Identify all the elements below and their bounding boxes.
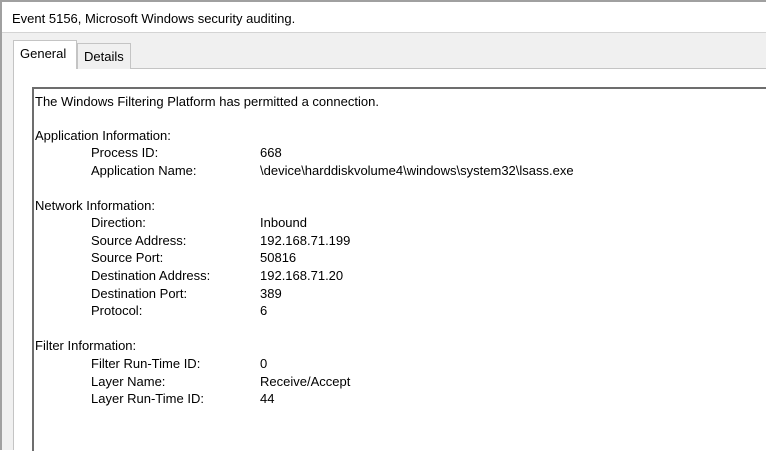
layer-name-value: Receive/Accept bbox=[260, 374, 351, 389]
source-port-label: Source Port: bbox=[91, 250, 164, 265]
protocol-label: Protocol: bbox=[91, 303, 143, 318]
filter-runtime-id-value: 0 bbox=[260, 356, 268, 371]
layer-runtime-id-value: 44 bbox=[260, 391, 275, 406]
process-id-value: 668 bbox=[260, 145, 282, 160]
direction-label: Direction: bbox=[91, 215, 146, 230]
application-info-header: Application Information: bbox=[35, 128, 171, 143]
event-description-textbox[interactable]: The Windows Filtering Platform has permi… bbox=[32, 87, 766, 451]
layer-runtime-id-label: Layer Run-Time ID: bbox=[91, 391, 204, 406]
destination-port-value: 389 bbox=[260, 286, 282, 301]
application-name-value: \device\harddiskvolume4\windows\system32… bbox=[260, 163, 574, 178]
source-address-value: 192.168.71.199 bbox=[260, 233, 351, 248]
destination-address-label: Destination Address: bbox=[91, 268, 211, 283]
tab-details-label: Details bbox=[84, 49, 124, 64]
window-title: Event 5156, Microsoft Windows security a… bbox=[12, 11, 296, 26]
event-summary: The Windows Filtering Platform has permi… bbox=[35, 94, 379, 109]
event-properties-window: Event 5156, Microsoft Windows security a… bbox=[0, 0, 766, 451]
layer-name-label: Layer Name: bbox=[91, 374, 166, 389]
source-address-label: Source Address: bbox=[91, 233, 187, 248]
window-top-border bbox=[0, 0, 766, 2]
tab-general-label: General bbox=[20, 46, 67, 61]
title-separator bbox=[2, 32, 766, 33]
source-port-value: 50816 bbox=[260, 250, 297, 265]
tab-details[interactable]: Details bbox=[77, 43, 131, 69]
title-bar: Event 5156, Microsoft Windows security a… bbox=[2, 2, 766, 32]
direction-value: Inbound bbox=[260, 215, 307, 230]
process-id-label: Process ID: bbox=[91, 145, 159, 160]
destination-address-value: 192.168.71.20 bbox=[260, 268, 344, 283]
network-info-header: Network Information: bbox=[35, 198, 155, 213]
application-name-label: Application Name: bbox=[91, 163, 197, 178]
filter-info-header: Filter Information: bbox=[35, 338, 137, 353]
filter-runtime-id-label: Filter Run-Time ID: bbox=[91, 356, 201, 371]
event-description-content: The Windows Filtering Platform has permi… bbox=[35, 87, 765, 447]
destination-port-label: Destination Port: bbox=[91, 286, 188, 301]
tab-general[interactable]: General bbox=[13, 40, 77, 69]
general-tab-panel: The Windows Filtering Platform has permi… bbox=[13, 68, 766, 451]
protocol-value: 6 bbox=[260, 303, 268, 318]
window-left-border bbox=[0, 0, 2, 450]
